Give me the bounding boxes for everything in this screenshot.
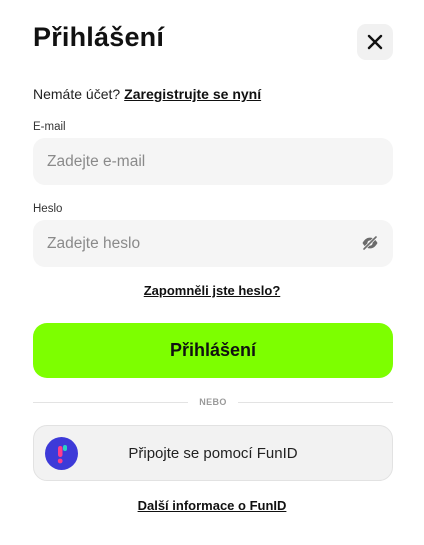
email-label: E-mail — [33, 121, 66, 133]
password-field[interactable]: Zadejte heslo — [33, 220, 393, 267]
register-prompt: Nemáte účet? — [33, 86, 121, 102]
page-title: Přihlášení — [33, 22, 165, 52]
password-placeholder: Zadejte heslo — [47, 234, 141, 252]
close-icon — [367, 34, 383, 50]
email-field[interactable]: Zadejte e-mail — [33, 138, 393, 185]
eye-off-icon — [362, 235, 378, 251]
funid-connect-button[interactable]: Připojte se pomocí FunID — [33, 425, 393, 481]
register-row: Nemáte účet? Zaregistrujte se nyní — [33, 86, 261, 102]
funid-logo-icon — [45, 437, 78, 470]
forgot-password-link[interactable]: Zapomněli jste heslo? — [0, 283, 424, 298]
close-button[interactable] — [357, 24, 393, 60]
email-placeholder: Zadejte e-mail — [47, 152, 146, 170]
divider-line-right — [238, 402, 393, 403]
toggle-password-visibility[interactable] — [361, 234, 379, 257]
or-divider: NEBO — [33, 397, 393, 409]
funid-info-link[interactable]: Další informace o FunID — [0, 498, 424, 513]
login-button[interactable]: Přihlášení — [33, 323, 393, 378]
funid-button-label: Připojte se pomocí FunID — [128, 444, 298, 462]
register-link[interactable]: Zaregistrujte se nyní — [124, 86, 261, 102]
password-label: Heslo — [33, 203, 63, 215]
